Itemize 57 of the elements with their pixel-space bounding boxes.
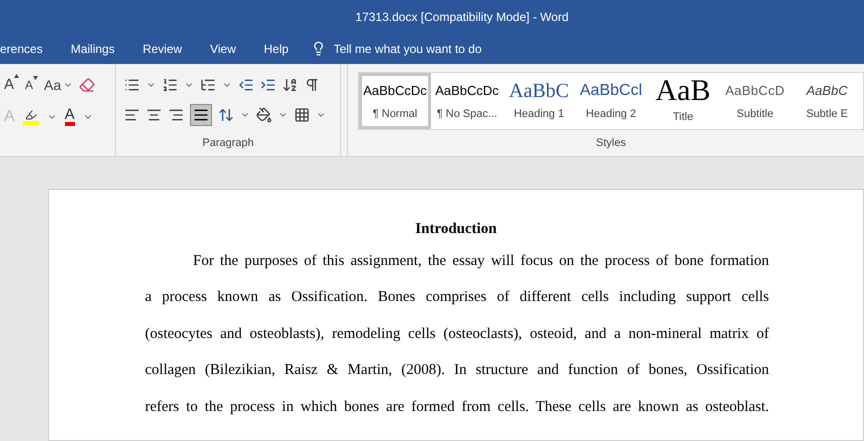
style-name: Title <box>672 110 694 125</box>
style-preview: AaBbCcD <box>725 82 785 100</box>
body-text-line: For the purposes of this assignment, the essay will focus on the process of bone formation <box>192 252 769 270</box>
style-item[interactable]: AaBbCcl Heading 2 <box>575 73 647 129</box>
grow-font-button[interactable]: A <box>4 74 20 96</box>
align-center-icon[interactable] <box>146 107 162 123</box>
group-label: Paragraph <box>202 137 254 149</box>
bullets-icon[interactable] <box>124 77 140 93</box>
highlighter-icon[interactable] <box>22 109 39 125</box>
style-item[interactable]: AaBbCcD Subtitle <box>719 73 791 129</box>
ribbon-tab[interactable]: erences <box>0 33 57 64</box>
align-left-icon[interactable] <box>124 107 140 123</box>
numbering-icon[interactable] <box>162 77 178 93</box>
change-case-button[interactable]: Aa <box>44 74 74 96</box>
pilcrow-icon[interactable] <box>304 77 320 93</box>
borders-icon[interactable] <box>294 107 310 123</box>
up-triangle-icon <box>14 74 20 78</box>
shrink-font-button[interactable]: A <box>25 76 38 94</box>
sort-icon[interactable] <box>282 77 298 93</box>
style-preview: AaBbCcDc <box>363 82 427 100</box>
body-text-line: refers to the process in which bones are formed from cells. These cells are known as osteoblast. <box>145 398 769 416</box>
multilevel-list-icon[interactable] <box>200 77 216 93</box>
line-spacing-icon[interactable] <box>218 107 234 123</box>
style-item[interactable]: AaBbCcDc ¶ Normal <box>359 73 431 129</box>
shading-icon[interactable] <box>256 107 272 123</box>
style-preview: AaBbC <box>509 80 569 102</box>
style-name: Subtitle <box>736 106 774 122</box>
ribbon-tab[interactable]: Help <box>250 33 303 64</box>
style-preview: AaBbC <box>806 82 848 100</box>
ribbon-tab[interactable]: Mailings <box>56 33 129 64</box>
style-name: Heading 2 <box>586 106 636 122</box>
style-name: ¶ Normal <box>372 106 418 122</box>
ribbon-tab[interactable]: View <box>196 33 250 64</box>
style-preview: AaBbCcDc <box>435 82 499 100</box>
eraser-icon[interactable] <box>79 77 96 93</box>
style-item[interactable]: AaB Title <box>647 73 719 129</box>
group-label: Styles <box>596 137 626 149</box>
down-triangle-icon <box>33 76 38 80</box>
style-item[interactable]: AaBbCcDc ¶ No Spac... <box>431 73 503 129</box>
style-item[interactable]: AaBbC Heading 1 <box>503 73 575 129</box>
body-text-line: (osteocytes and osteoblasts), remodeling cells (osteoclasts), osteoid, and a non-mineral matrix of <box>145 324 769 344</box>
window-title: 17313.docx [Compatibility Mode] - Word <box>355 8 569 26</box>
style-name: ¶ No Spac... <box>436 106 498 122</box>
document-heading: Introduction <box>415 221 497 237</box>
style-item[interactable]: AaBbC Subtle E <box>791 73 863 129</box>
body-text-line: collagen (Bilezikian, Raisz & Martin, (2008). In structure and function of bones, Ossification <box>145 361 769 380</box>
style-preview: AaBbCcl <box>580 80 642 101</box>
style-name: Subtle E <box>806 106 848 122</box>
align-right-icon[interactable] <box>168 107 184 123</box>
justify-icon[interactable] <box>190 104 212 126</box>
increase-indent-icon[interactable] <box>260 77 276 93</box>
ribbon-tab[interactable]: Review <box>128 33 196 64</box>
style-name: Heading 1 <box>514 106 564 122</box>
font-color-button[interactable]: A <box>64 108 75 126</box>
decrease-indent-icon[interactable] <box>238 77 254 93</box>
style-preview: AaB <box>656 76 710 105</box>
body-text-line: a process known as Ossification. Bones comprises of different cells including support cells <box>145 288 769 307</box>
